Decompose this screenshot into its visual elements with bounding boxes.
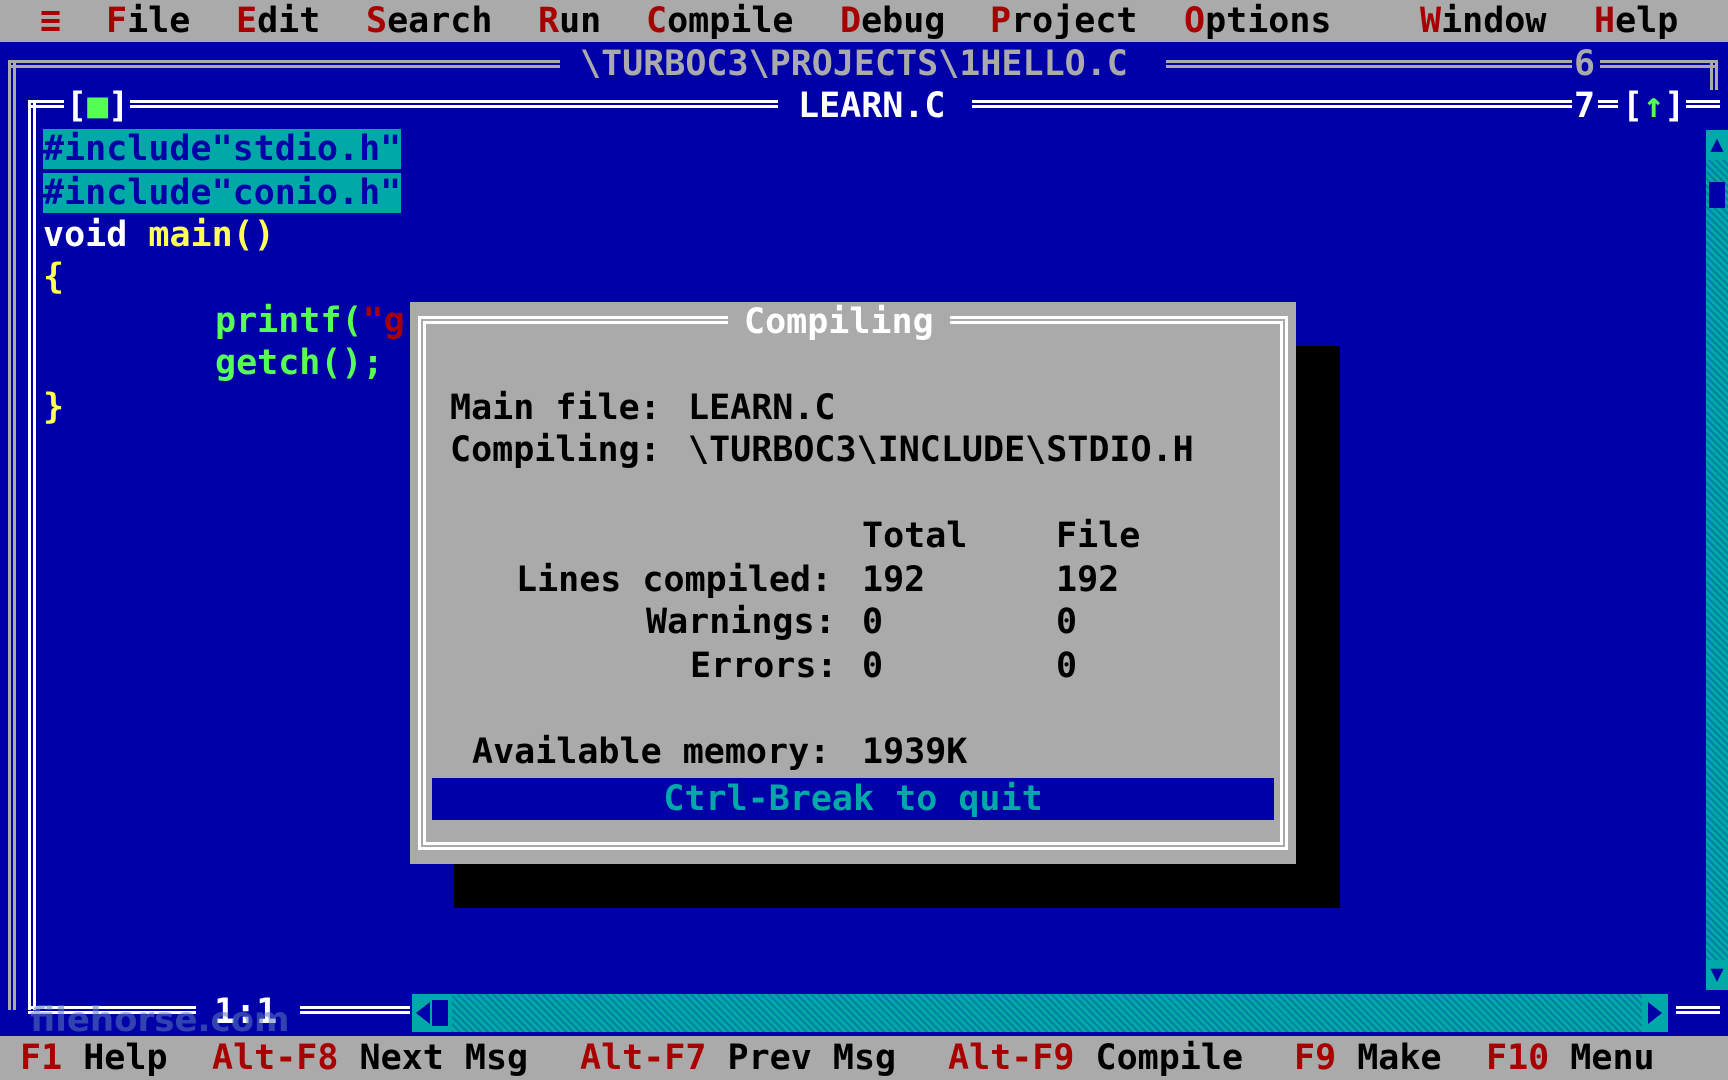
back-window-top-border-right bbox=[1166, 60, 1572, 68]
vertical-scrollbar[interactable]: ▲ ▼ bbox=[1706, 130, 1728, 990]
menu-debug[interactable]: Debug bbox=[840, 0, 945, 42]
errors-label: Errors: bbox=[690, 646, 838, 686]
close-box-button[interactable]: [■] bbox=[66, 86, 129, 126]
watermark-logo: filehorse.com bbox=[30, 1000, 290, 1040]
menu-project[interactable]: Project bbox=[990, 0, 1138, 42]
menu-search[interactable]: Search bbox=[366, 0, 492, 42]
editor-window-number: 7 bbox=[1574, 86, 1596, 126]
menu-file[interactable]: File bbox=[106, 0, 190, 42]
lines-compiled-file: 192 bbox=[1056, 560, 1120, 600]
back-window-top-border-end bbox=[1600, 60, 1718, 68]
editor-bottom-border bbox=[300, 1006, 410, 1014]
status-next-msg[interactable]: Alt-F8 Next Msg bbox=[212, 1036, 528, 1080]
code-line: { bbox=[43, 257, 65, 297]
main-file-label: Main file: bbox=[450, 388, 661, 428]
vertical-scroll-thumb[interactable] bbox=[1709, 182, 1725, 208]
editor-title: LEARN.C bbox=[798, 86, 946, 126]
code-line: #include"stdio.h" bbox=[43, 129, 402, 169]
editor-top-border bbox=[130, 100, 778, 108]
scroll-up-arrow-icon[interactable]: ▲ bbox=[1706, 130, 1728, 160]
editor-bottom-border-end bbox=[1676, 1006, 1720, 1014]
code-line: } bbox=[43, 387, 65, 427]
system-menu-icon[interactable]: ≡ bbox=[40, 0, 61, 42]
dialog-title: Compiling bbox=[728, 302, 950, 342]
warnings-total: 0 bbox=[862, 602, 884, 642]
zoom-box-button[interactable]: [↑] bbox=[1622, 86, 1685, 126]
back-window-title: \TURBOC3\PROJECTS\1HELLO.C bbox=[580, 44, 1128, 84]
back-window-right-border bbox=[1710, 60, 1718, 90]
editor-top-border-end bbox=[1686, 100, 1720, 108]
lines-compiled-total: 192 bbox=[862, 560, 926, 600]
code-line: getch(); bbox=[215, 343, 384, 383]
menu-help[interactable]: Help bbox=[1594, 0, 1678, 42]
menu-edit[interactable]: Edit bbox=[236, 0, 320, 42]
scroll-down-arrow-icon[interactable]: ▼ bbox=[1706, 960, 1728, 990]
back-window-top-border bbox=[8, 60, 560, 68]
compiling-value: \TURBOC3\INCLUDE\STDIO.H bbox=[688, 430, 1194, 470]
editor-top-border-right bbox=[972, 100, 1572, 108]
status-prev-msg[interactable]: Alt-F7 Prev Msg bbox=[580, 1036, 896, 1080]
status-make[interactable]: F9 Make bbox=[1294, 1036, 1442, 1080]
back-window-left-border bbox=[8, 60, 16, 1010]
ctrl-break-quit-bar: Ctrl-Break to quit bbox=[432, 778, 1274, 820]
column-total-header: Total bbox=[862, 516, 968, 556]
menu-run[interactable]: Run bbox=[538, 0, 601, 42]
compiling-dialog: Compiling Main file: LEARN.C Compiling: … bbox=[410, 302, 1296, 864]
editor-left-border bbox=[28, 100, 36, 1010]
horizontal-scrollbar[interactable] bbox=[412, 994, 1668, 1032]
code-line: printf("g bbox=[215, 301, 405, 341]
warnings-label: Warnings: bbox=[646, 602, 836, 642]
compiling-label: Compiling: bbox=[450, 430, 661, 470]
menu-bar: ≡ File Edit Search Run Compile Debug Pro… bbox=[0, 0, 1728, 42]
code-line: #include"conio.h" bbox=[43, 173, 402, 213]
menu-compile[interactable]: Compile bbox=[646, 0, 794, 42]
scroll-right-arrow-icon[interactable] bbox=[1642, 994, 1668, 1032]
code-line: void main() bbox=[43, 215, 275, 255]
editor-top-border-mid bbox=[1598, 100, 1618, 108]
column-file-header: File bbox=[1056, 516, 1141, 556]
status-bar: F1 Help Alt-F8 Next Msg Alt-F7 Prev Msg … bbox=[0, 1036, 1728, 1080]
status-menu[interactable]: F10 Menu bbox=[1486, 1036, 1655, 1080]
errors-file: 0 bbox=[1056, 646, 1078, 686]
back-window-number: 6 bbox=[1574, 44, 1596, 84]
errors-total: 0 bbox=[862, 646, 884, 686]
available-memory-value: 1939K bbox=[862, 732, 968, 772]
menu-options[interactable]: Options bbox=[1184, 0, 1332, 42]
warnings-file: 0 bbox=[1056, 602, 1078, 642]
lines-compiled-label: Lines compiled: bbox=[516, 560, 833, 600]
scroll-left-arrow-icon[interactable] bbox=[412, 994, 452, 1032]
main-file-value: LEARN.C bbox=[688, 388, 836, 428]
available-memory-label: Available memory: bbox=[472, 732, 831, 772]
status-f1-help[interactable]: F1 Help bbox=[20, 1036, 168, 1080]
menu-window[interactable]: Window bbox=[1420, 0, 1546, 42]
status-compile[interactable]: Alt-F9 Compile bbox=[948, 1036, 1243, 1080]
